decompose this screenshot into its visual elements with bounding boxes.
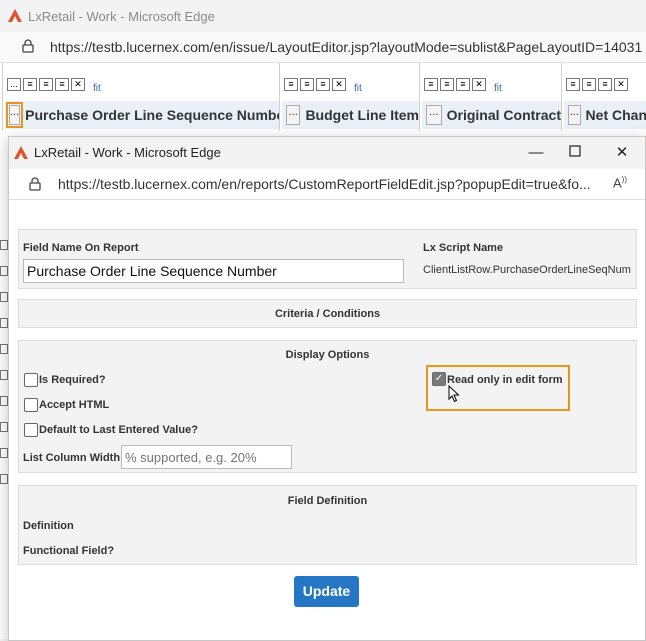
align-left-button[interactable]: ≡ <box>284 77 298 91</box>
lx-script-value: ClientListRow.PurchaseOrderLineSeqNum <box>423 264 631 276</box>
column-edit-button[interactable]: ... <box>568 105 581 125</box>
align-right-button[interactable]: ≡ <box>55 77 69 91</box>
back-window-title: LxRetail - Work - Microsoft Edge <box>28 9 215 24</box>
remove-column-button[interactable]: ✕ <box>332 77 346 91</box>
row-handle[interactable] <box>0 292 8 302</box>
popup-body: Field Name On Report Lx Script Name Clie… <box>9 200 645 640</box>
display-options-panel: Display Options Is Required? Accept HTML… <box>18 340 637 473</box>
list-column-width-label: List Column Width <box>23 452 121 464</box>
column-header-label: Original Contract <box>446 107 561 123</box>
default-last-value-checkbox[interactable] <box>24 423 38 437</box>
column-edit-button[interactable]: ... <box>426 105 442 125</box>
align-center-button[interactable]: ≡ <box>300 77 314 91</box>
mouse-cursor-icon <box>448 384 460 408</box>
column-header-label: Purchase Order Line Sequence Number <box>25 107 290 123</box>
align-center-button[interactable]: ≡ <box>440 77 454 91</box>
field-definition-heading: Field Definition <box>287 495 368 507</box>
row-handle[interactable] <box>0 318 8 328</box>
field-name-label: Field Name On Report <box>23 242 139 254</box>
row-handle[interactable] <box>0 240 8 250</box>
maximize-button[interactable] <box>562 143 588 163</box>
back-window-address-bar[interactable]: https://testb.lucernex.com/en/issue/Layo… <box>0 32 646 63</box>
row-handle[interactable] <box>0 474 8 484</box>
minimize-button[interactable]: — <box>523 143 549 163</box>
lock-icon <box>22 39 34 58</box>
column-edit-button[interactable]: ... <box>5 102 24 128</box>
align-right-button[interactable]: ≡ <box>598 77 612 91</box>
column-toolbar: ≡ ≡ ≡ ✕ <box>566 77 628 91</box>
functional-field-label: Functional Field? <box>23 545 115 557</box>
back-window-url[interactable]: https://testb.lucernex.com/en/issue/Layo… <box>50 39 642 55</box>
column-net-change[interactable]: ≡ ≡ ≡ ✕ ... Net Chan <box>561 63 646 131</box>
row-handle[interactable] <box>0 448 8 458</box>
fit-link[interactable]: fit <box>354 83 362 94</box>
accept-html-label: Accept HTML <box>39 399 110 411</box>
lock-icon <box>29 177 41 196</box>
column-header: ... Original Contract <box>422 101 561 129</box>
align-left-button[interactable]: ≡ <box>23 77 37 91</box>
is-required-checkbox[interactable] <box>24 373 38 387</box>
align-right-button[interactable]: ≡ <box>316 77 330 91</box>
row-handle[interactable] <box>0 344 8 354</box>
column-toolbar: ... ≡ ≡ ≡ ✕ fit <box>7 77 101 94</box>
row-handle[interactable] <box>0 396 8 406</box>
read-aloud-icon[interactable]: A)) <box>613 175 627 190</box>
close-button[interactable]: ✕ <box>609 143 635 163</box>
list-column-width-input[interactable] <box>121 445 292 469</box>
column-edit-button[interactable]: ... <box>286 105 301 125</box>
display-options-heading: Display Options <box>285 349 370 361</box>
column-header: ... Net Chan <box>564 101 646 129</box>
row-handle[interactable] <box>0 370 8 380</box>
column-original-contract[interactable]: ≡ ≡ ≡ ✕ fit ... Original Contract <box>419 63 561 131</box>
field-name-panel: Field Name On Report Lx Script Name Clie… <box>18 229 637 289</box>
remove-column-button[interactable]: ✕ <box>614 77 628 91</box>
field-edit-popup: LxRetail - Work - Microsoft Edge — ✕ htt… <box>8 136 646 641</box>
align-right-button[interactable]: ≡ <box>456 77 470 91</box>
column-toolbar: ≡ ≡ ≡ ✕ fit <box>284 77 362 94</box>
remove-column-button[interactable]: ✕ <box>71 77 85 91</box>
is-required-label: Is Required? <box>39 374 106 386</box>
align-center-button[interactable]: ≡ <box>582 77 596 91</box>
column-budget-line-item[interactable]: ≡ ≡ ≡ ✕ fit ... Budget Line Item <box>279 63 419 131</box>
align-center-button[interactable]: ≡ <box>39 77 53 91</box>
column-header-label: Net Chan <box>585 107 646 123</box>
align-left-button[interactable]: ≡ <box>566 77 580 91</box>
popup-address-bar[interactable]: https://testb.lucernex.com/en/reports/Cu… <box>9 169 645 200</box>
field-name-input[interactable] <box>23 259 404 283</box>
popup-titlebar: LxRetail - Work - Microsoft Edge — ✕ <box>9 137 645 169</box>
remove-column-button[interactable]: ✕ <box>472 77 486 91</box>
column-header: ... Purchase Order Line Sequence Number <box>5 101 290 129</box>
fit-link[interactable]: fit <box>494 83 502 94</box>
criteria-heading[interactable]: Criteria / Conditions <box>19 308 636 320</box>
definition-label: Definition <box>23 520 74 532</box>
align-left-button[interactable]: ≡ <box>424 77 438 91</box>
popup-title: LxRetail - Work - Microsoft Edge <box>34 145 221 160</box>
field-definition-panel: Field Definition Definition Functional F… <box>18 485 637 565</box>
popup-url[interactable]: https://testb.lucernex.com/en/reports/Cu… <box>58 176 591 192</box>
update-button[interactable]: Update <box>294 576 359 607</box>
back-window-titlebar: LxRetail - Work - Microsoft Edge <box>0 0 646 32</box>
lx-script-label: Lx Script Name <box>423 242 504 254</box>
more-options-button[interactable]: ... <box>7 77 21 91</box>
maximize-icon <box>569 145 581 157</box>
read-only-label: Read only in edit form <box>447 374 563 386</box>
column-toolbar: ≡ ≡ ≡ ✕ fit <box>424 77 502 94</box>
fit-link[interactable]: fit <box>93 83 101 94</box>
row-handle[interactable] <box>0 422 8 432</box>
column-header: ... Budget Line Item <box>282 101 419 129</box>
column-purchase-order-line[interactable]: ... ≡ ≡ ≡ ✕ fit ... Purchase Order Line … <box>2 63 290 131</box>
read-only-checkbox[interactable]: ✓ <box>432 372 446 386</box>
accept-html-checkbox[interactable] <box>24 398 38 412</box>
app-logo-icon <box>14 146 28 164</box>
row-handle[interactable] <box>0 266 8 276</box>
criteria-panel[interactable]: Criteria / Conditions <box>18 299 637 328</box>
default-last-value-label: Default to Last Entered Value? <box>39 424 198 436</box>
column-header-label: Budget Line Item <box>305 107 419 123</box>
app-logo-icon <box>8 9 22 27</box>
